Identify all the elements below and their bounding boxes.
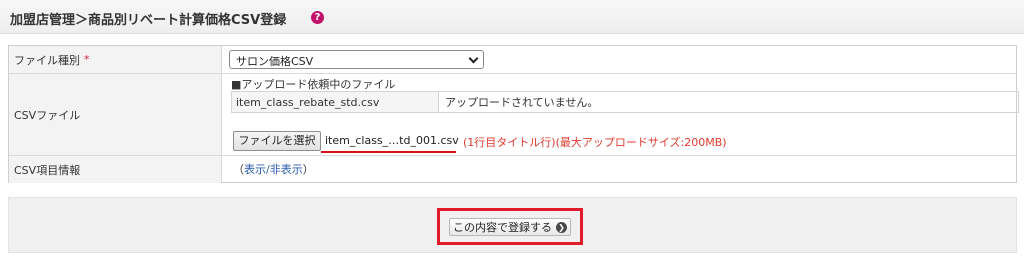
chevron-down-icon <box>468 53 479 64</box>
toggle-visibility-link[interactable]: 表示/非表示 <box>244 163 303 176</box>
file-type-row: ファイル種別 * サロン価格CSV <box>9 46 1016 74</box>
csv-file-value-cell: ■アップロード依頼中のファイル item_class_rebate_std.cs… <box>223 74 1019 155</box>
pending-status: アップロードされていません。 <box>445 96 599 109</box>
submit-highlight-box: この内容で登録する ❯ <box>437 208 583 245</box>
help-icon[interactable]: ? <box>311 11 324 24</box>
close-paren: ） <box>302 163 314 176</box>
submit-bar: この内容で登録する ❯ <box>8 197 1017 253</box>
pending-files-table: item_class_rebate_std.csv アップロードされていません。 <box>231 91 1019 113</box>
file-type-select[interactable]: サロン価格CSV <box>229 50 484 69</box>
csv-info-value-cell: （表示/非表示） <box>223 156 1016 183</box>
pending-filename: item_class_rebate_std.csv <box>232 92 439 112</box>
csv-file-label-cell: CSVファイル <box>9 74 222 155</box>
csv-info-label: CSV項目情報 <box>14 163 81 177</box>
pending-files-heading: ■アップロード依頼中のファイル <box>231 78 396 91</box>
required-mark: * <box>84 53 90 66</box>
open-paren: （ <box>233 163 244 176</box>
chosen-file-underline <box>321 151 456 153</box>
upload-form-table: ファイル種別 * サロン価格CSV CSVファイル ■アップロード依頼中のファイ… <box>8 45 1019 183</box>
csv-file-label: CSVファイル <box>14 108 81 122</box>
csv-info-label-cell: CSV項目情報 <box>9 156 222 183</box>
file-type-selected: サロン価格CSV <box>236 55 314 68</box>
upload-note: (1行目タイトル行)(最大アップロードサイズ:200MB) <box>463 136 727 149</box>
csv-info-row: CSV項目情報 （表示/非表示） <box>9 156 1016 183</box>
page-title: 加盟店管理＞商品別リベート計算価格CSV登録 <box>10 13 287 28</box>
file-type-label: ファイル種別 <box>14 53 80 67</box>
page-header: 加盟店管理＞商品別リベート計算価格CSV登録 ? <box>0 0 1024 34</box>
chosen-file-name: item_class_…td_001.csv <box>325 134 459 147</box>
choose-file-button[interactable]: ファイルを選択 <box>233 131 321 151</box>
file-type-label-cell: ファイル種別 * <box>9 46 222 73</box>
submit-button[interactable]: この内容で登録する ❯ <box>449 218 571 236</box>
file-type-value-cell: サロン価格CSV <box>223 46 1016 73</box>
submit-label: この内容で登録する <box>453 221 552 234</box>
csv-file-row: CSVファイル ■アップロード依頼中のファイル item_class_rebat… <box>9 74 1019 156</box>
arrow-right-icon: ❯ <box>556 221 567 233</box>
csv-info-toggle: （表示/非表示） <box>233 161 314 177</box>
